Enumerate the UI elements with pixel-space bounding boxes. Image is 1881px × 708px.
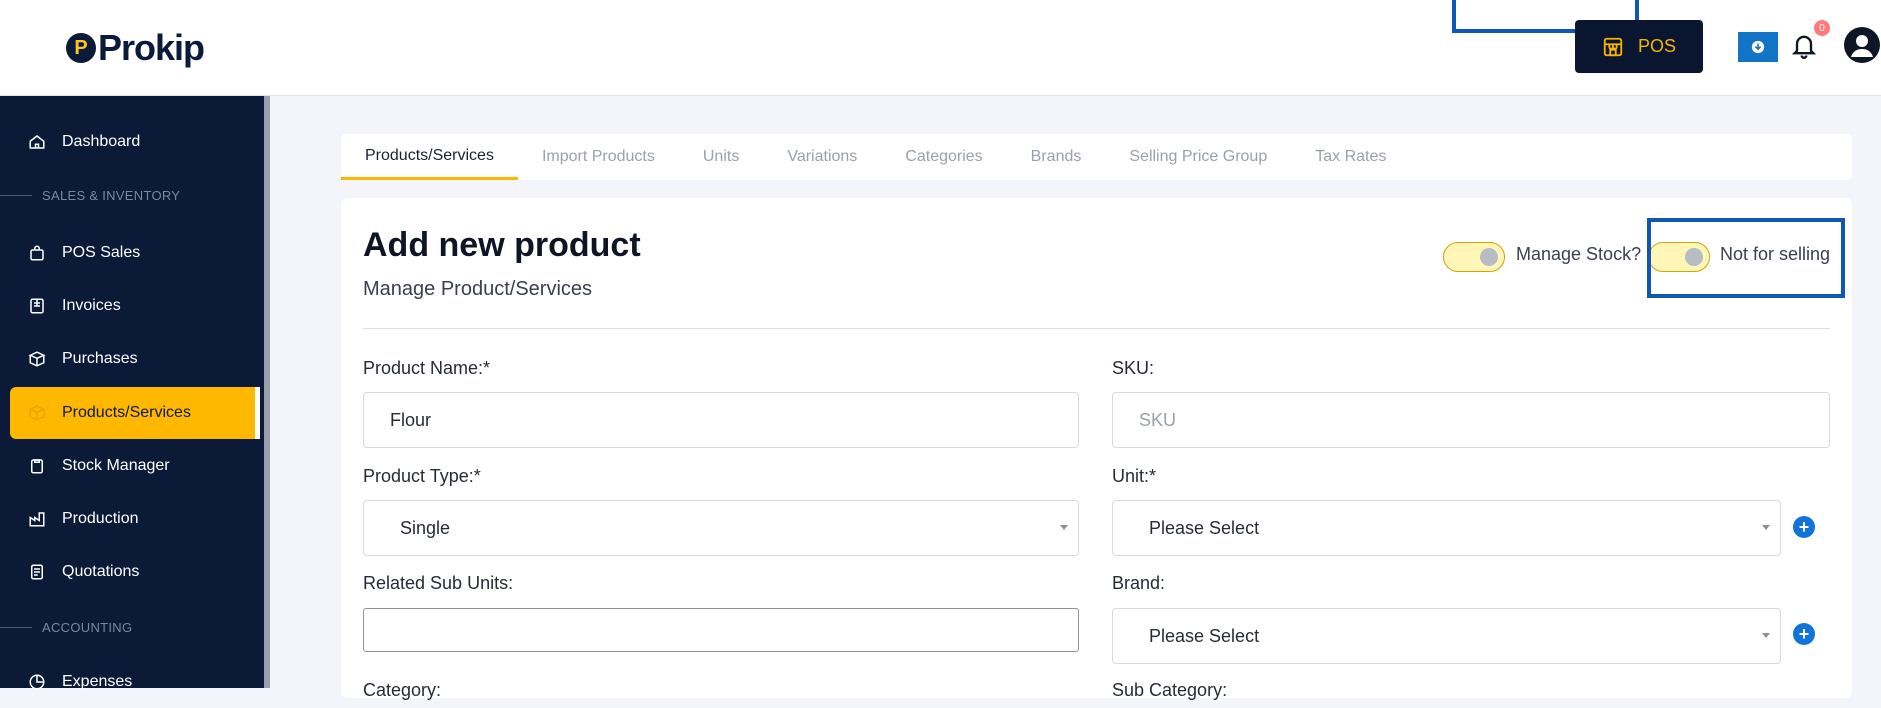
- manage-stock-toggle[interactable]: [1443, 242, 1505, 272]
- sidebar-item-invoices[interactable]: Invoices: [10, 280, 258, 332]
- page-title: Add new product: [363, 226, 641, 264]
- sku-label: SKU:: [1112, 358, 1155, 378]
- tab-tax-rates[interactable]: Tax Rates: [1291, 134, 1410, 180]
- bell-icon: [1791, 35, 1817, 59]
- sidebar-item-label: POS Sales: [62, 244, 141, 261]
- tab-categories[interactable]: Categories: [881, 134, 1006, 180]
- sidebar-item-products-services[interactable]: Products/Services: [10, 387, 260, 439]
- sidebar-item-label: Products/Services: [62, 404, 191, 421]
- tab-variations[interactable]: Variations: [763, 134, 881, 180]
- brand-label: Brand:: [1112, 573, 1166, 593]
- user-icon: [1844, 27, 1880, 63]
- invoice-icon: [30, 298, 44, 314]
- add-product-card: Add new product Manage Product/Services …: [341, 198, 1852, 700]
- box-icon: [28, 351, 46, 367]
- chevron-down-icon: [1762, 633, 1770, 638]
- sidebar-item-purchases[interactable]: Purchases: [10, 333, 258, 385]
- sidebar-item-quotations[interactable]: Quotations: [10, 546, 258, 598]
- document-icon: [31, 564, 43, 580]
- sku-input[interactable]: SKU: [1112, 392, 1830, 448]
- unit-label: Unit:*: [1112, 466, 1157, 486]
- sidebar-item-dashboard[interactable]: Dashboard: [10, 116, 258, 168]
- related-sub-units-label: Related Sub Units:: [363, 573, 514, 593]
- download-icon: [1751, 40, 1765, 54]
- sidebar-item-expenses[interactable]: Expenses: [10, 656, 258, 708]
- sidebar-item-production[interactable]: Production: [10, 493, 258, 545]
- section-divider: [0, 195, 32, 196]
- chevron-down-icon: [1060, 525, 1068, 530]
- product-type-label: Product Type:*: [363, 466, 481, 486]
- cube-icon: [28, 405, 46, 421]
- section-label-accounting: ACCOUNTING: [0, 620, 260, 635]
- section-divider: [0, 627, 32, 628]
- add-brand-plus-icon[interactable]: +: [1793, 623, 1815, 645]
- brand-name: Prokip: [98, 27, 205, 68]
- clipboard-icon: [31, 459, 43, 474]
- product-type-select[interactable]: Single: [363, 500, 1079, 556]
- user-avatar[interactable]: [1843, 26, 1881, 64]
- sidebar-item-label: Purchases: [62, 350, 138, 367]
- notifications-button[interactable]: [1790, 30, 1822, 64]
- unit-value: Please Select: [1149, 517, 1260, 538]
- sidebar-item-label: Quotations: [62, 563, 140, 580]
- toggle-knob: [1480, 248, 1498, 266]
- tab-products-services[interactable]: Products/Services: [341, 134, 518, 180]
- section-label-text: ACCOUNTING: [42, 620, 133, 635]
- tab-import-products[interactable]: Import Products: [518, 134, 679, 180]
- notification-badge: 0: [1814, 20, 1830, 36]
- product-name-input[interactable]: Flour: [363, 392, 1079, 448]
- manage-stock-label: Manage Stock?: [1516, 244, 1642, 264]
- section-label-sales-inventory: SALES & INVENTORY: [0, 188, 260, 203]
- section-label-text: SALES & INVENTORY: [42, 188, 181, 203]
- sub-category-label: Sub Category:: [1112, 680, 1228, 700]
- sidebar-item-label: Expenses: [62, 673, 133, 690]
- unit-select[interactable]: Please Select: [1112, 500, 1781, 556]
- chevron-down-icon: [1762, 525, 1770, 530]
- add-unit-plus-icon[interactable]: +: [1793, 516, 1815, 538]
- pos-button-label: POS: [1637, 36, 1676, 56]
- shopping-bag-icon: [30, 245, 44, 261]
- tab-selling-price-group[interactable]: Selling Price Group: [1105, 134, 1291, 180]
- pos-button[interactable]: POS: [1575, 20, 1703, 73]
- prokip-logo[interactable]: P Prokip: [66, 27, 205, 68]
- tab-units[interactable]: Units: [679, 134, 763, 180]
- tab-brands[interactable]: Brands: [1007, 134, 1106, 180]
- download-button[interactable]: [1738, 32, 1778, 62]
- sidebar-item-stock-manager[interactable]: Stock Manager: [10, 440, 258, 492]
- home-icon: [29, 135, 45, 149]
- sidebar-item-label: Invoices: [62, 297, 121, 314]
- brand-select[interactable]: Please Select: [1112, 608, 1781, 664]
- product-type-value: Single: [400, 517, 451, 538]
- brand-value: Please Select: [1149, 625, 1260, 646]
- highlight-outline-not-for-selling: [1647, 218, 1845, 298]
- title-divider: [363, 328, 1830, 329]
- sidebar-item-label: Production: [62, 510, 139, 527]
- related-sub-units-input[interactable]: [363, 608, 1079, 652]
- logo-mark-icon: P: [66, 33, 96, 63]
- sidebar-item-label: Stock Manager: [62, 457, 170, 474]
- product-tabs: Products/Services Import Products Units …: [341, 134, 1852, 180]
- product-name-label: Product Name:*: [363, 358, 491, 378]
- sidebar-item-pos-sales[interactable]: POS Sales: [10, 227, 258, 279]
- store-icon: [1603, 37, 1623, 56]
- page-subtitle: Manage Product/Services: [363, 278, 593, 300]
- sidebar: Dashboard SALES & INVENTORY POS Sales In…: [0, 96, 270, 690]
- sidebar-item-label: Dashboard: [62, 133, 141, 150]
- pie-icon: [29, 674, 45, 690]
- category-label: Category:: [363, 680, 442, 700]
- factory-icon: [29, 512, 45, 527]
